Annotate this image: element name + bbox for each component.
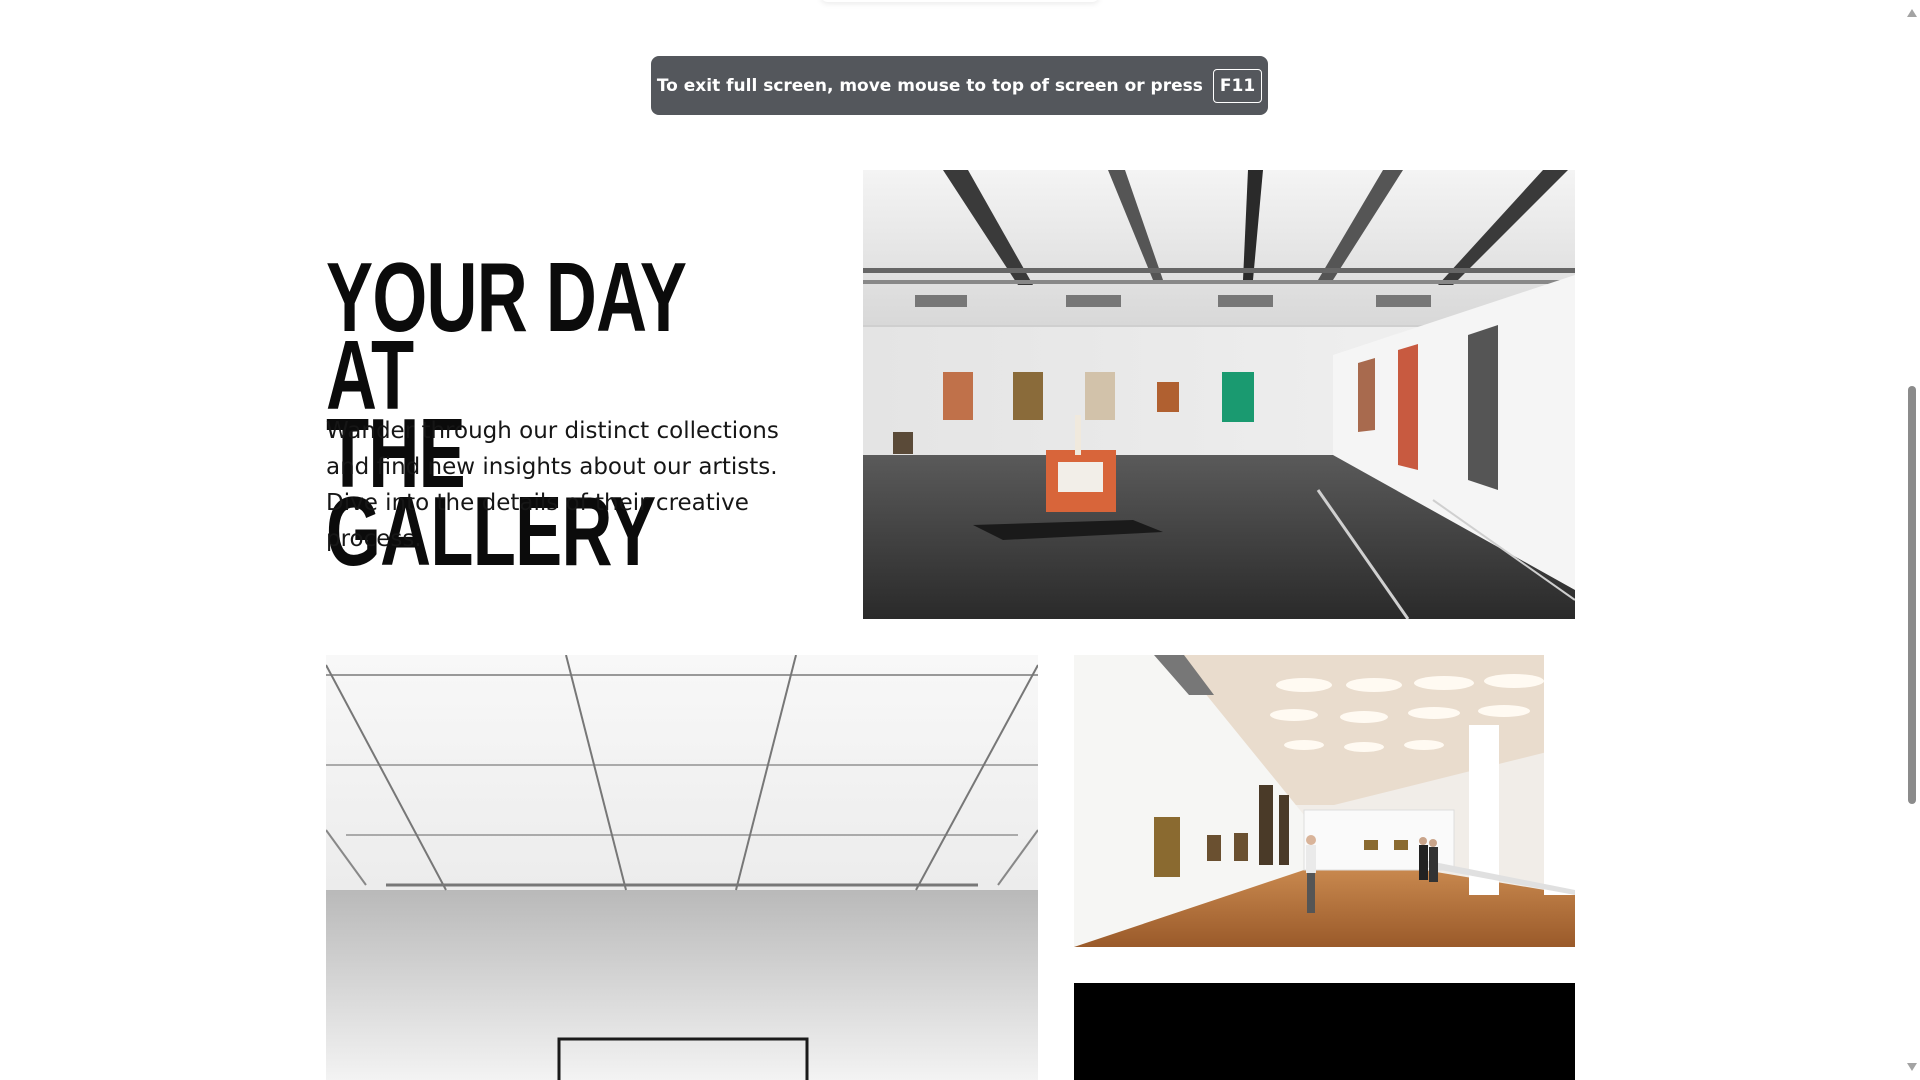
gallery-dark-photo <box>1074 983 1575 1080</box>
fullscreen-notice-text: To exit full screen, move mouse to top o… <box>656 75 1203 96</box>
top-partial-element <box>820 0 1100 2</box>
gallery-ceiling-photo <box>326 655 1038 1080</box>
fullscreen-exit-notice: To exit full screen, move mouse to top o… <box>651 56 1268 115</box>
scroll-up-arrow-icon[interactable] <box>1907 9 1917 17</box>
scrollbar-thumb[interactable] <box>1908 386 1916 804</box>
f11-key-badge: F11 <box>1212 68 1263 103</box>
scroll-down-arrow-icon[interactable] <box>1907 1063 1917 1071</box>
page: To exit full screen, move mouse to top o… <box>0 0 1920 1080</box>
gallery-hall-visitors-photo <box>1074 655 1575 947</box>
vertical-scrollbar[interactable] <box>1903 0 1920 1080</box>
hero-description: Wander through our distinct collections … <box>326 418 779 552</box>
gallery-exhibition-photo <box>863 170 1575 619</box>
